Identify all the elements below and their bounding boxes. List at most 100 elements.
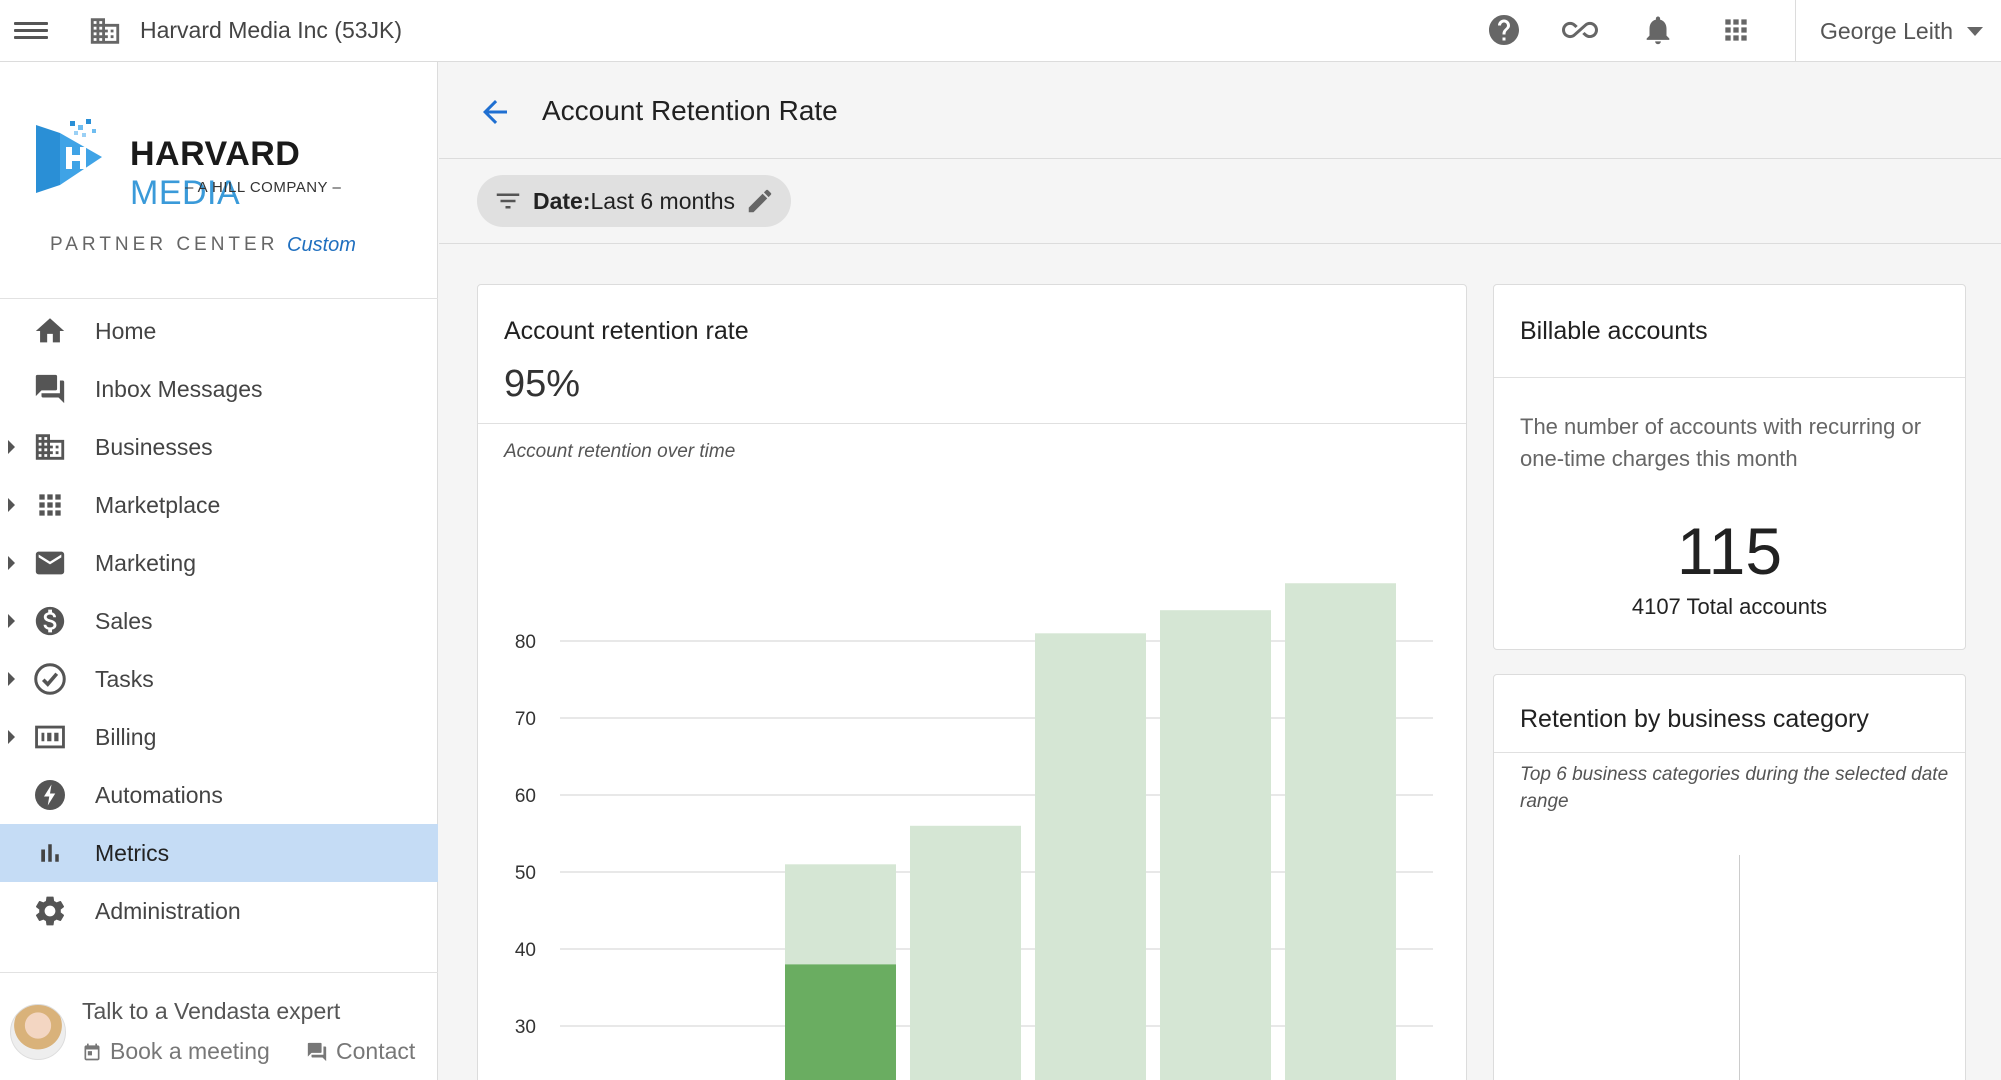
sidebar-divider xyxy=(0,298,438,299)
sidebar-nav: Home Inbox Messages Businesses Marketpla… xyxy=(0,302,438,940)
main-content: Account Retention Rate Date: Last 6 month… xyxy=(439,62,2001,1080)
category-title: Retention by business category xyxy=(1520,705,1869,733)
sidebar-item-administration[interactable]: Administration xyxy=(0,882,438,940)
back-arrow-icon[interactable] xyxy=(477,94,513,130)
sidebar-item-automations[interactable]: Automations xyxy=(0,766,438,824)
top-bar: Harvard Media Inc (53JK) George Leith xyxy=(0,0,2001,62)
sidebar-item-label: Inbox Messages xyxy=(95,375,263,402)
card-divider xyxy=(1494,377,1965,378)
calendar-icon xyxy=(84,1043,100,1060)
harvard-media-logo-icon xyxy=(36,119,102,193)
sidebar-divider xyxy=(0,972,438,973)
page-header: Account Retention Rate xyxy=(439,62,2001,159)
chat-icon xyxy=(30,369,70,409)
custom-label[interactable]: Custom xyxy=(287,234,356,257)
sidebar-item-label: Businesses xyxy=(95,433,213,460)
sidebar-item-label: Tasks xyxy=(95,665,154,692)
page-title: Account Retention Rate xyxy=(542,95,838,126)
expand-arrow-icon[interactable] xyxy=(8,614,15,628)
sidebar-item-home[interactable]: Home xyxy=(0,302,438,360)
chat-icon xyxy=(307,1042,327,1061)
y-tick-label: 60 xyxy=(515,786,536,807)
category-subtitle: Top 6 business categories during the sel… xyxy=(1520,764,1949,812)
y-tick-label: 40 xyxy=(515,940,536,961)
sidebar-item-marketing[interactable]: Marketing xyxy=(0,534,438,592)
filter-value: Last 6 months xyxy=(590,187,735,214)
expand-arrow-icon[interactable] xyxy=(8,556,15,570)
sidebar-item-label: Marketing xyxy=(95,549,196,576)
brand-name: HARVARD MEDIA xyxy=(130,135,301,212)
expand-arrow-icon[interactable] xyxy=(8,498,15,512)
book-meeting-link[interactable]: Book a meeting xyxy=(82,1038,270,1065)
filter-key: Date: xyxy=(533,187,591,214)
category-chart-axis xyxy=(1739,855,1740,1080)
chevron-down-icon xyxy=(1966,26,1983,36)
bar[interactable] xyxy=(910,825,1021,1080)
sidebar-item-inbox-messages[interactable]: Inbox Messages xyxy=(0,360,438,418)
sidebar-item-sales[interactable]: Sales xyxy=(0,592,438,650)
apps-grid-icon[interactable] xyxy=(1716,10,1756,50)
date-filter-chip[interactable]: Date: Last 6 months xyxy=(477,175,791,227)
home-icon xyxy=(30,311,70,351)
building-icon xyxy=(30,427,70,467)
menu-icon[interactable] xyxy=(14,18,48,44)
bolt-icon xyxy=(30,775,70,815)
topbar-divider xyxy=(1795,0,1796,62)
expand-arrow-icon[interactable] xyxy=(8,672,15,686)
bar[interactable] xyxy=(1035,633,1146,1080)
y-tick-label: 50 xyxy=(515,863,536,884)
sidebar-item-businesses[interactable]: Businesses xyxy=(0,418,438,476)
contact-label: Contact xyxy=(336,1038,416,1064)
expert-title: Talk to a Vendasta expert xyxy=(82,998,341,1024)
y-tick-label: 30 xyxy=(515,1017,536,1038)
sidebar-item-tasks[interactable]: Tasks xyxy=(0,650,438,708)
sidebar-item-label: Automations xyxy=(95,781,223,808)
avatar xyxy=(10,1004,66,1060)
billable-title: Billable accounts xyxy=(1520,317,1708,345)
user-name: George Leith xyxy=(1820,17,1953,44)
sidebar-item-label: Billing xyxy=(95,723,157,750)
expand-arrow-icon[interactable] xyxy=(8,440,15,454)
sidebar-item-label: Marketplace xyxy=(95,491,221,518)
sidebar-item-billing[interactable]: Billing xyxy=(0,708,438,766)
y-tick-label: 70 xyxy=(515,709,536,730)
bar[interactable] xyxy=(1285,583,1396,1080)
sidebar-item-label: Metrics xyxy=(95,839,170,866)
grid-icon xyxy=(30,485,70,525)
total-accounts: 4107 Total accounts xyxy=(1631,594,1828,619)
bar-chart-icon xyxy=(30,833,70,873)
contact-link[interactable]: Contact xyxy=(306,1038,415,1065)
help-icon[interactable] xyxy=(1484,10,1524,50)
sidebar-item-metrics[interactable]: Metrics xyxy=(0,824,438,882)
bar[interactable] xyxy=(1160,610,1271,1080)
sidebar: HARVARD MEDIA – A HILL COMPANY – PARTNER… xyxy=(0,62,438,1080)
retention-bar-chart: 30 40 50 60 70 80 xyxy=(515,583,1433,1080)
category-card: Retention by business category Top 6 bus… xyxy=(1493,674,1966,1080)
infinity-icon[interactable] xyxy=(1560,10,1600,50)
sidebar-item-marketplace[interactable]: Marketplace xyxy=(0,476,438,534)
sidebar-item-label: Sales xyxy=(95,607,153,634)
bell-icon[interactable] xyxy=(1638,10,1678,50)
billable-description: The number of accounts with recurring or… xyxy=(1520,414,1922,471)
mail-icon xyxy=(30,543,70,583)
partner-center-label: PARTNER CENTER xyxy=(50,234,279,255)
gear-icon xyxy=(30,891,70,931)
check-circle-icon xyxy=(30,659,70,699)
sidebar-item-label: Administration xyxy=(95,897,241,924)
user-menu[interactable]: George Leith xyxy=(1820,0,1983,62)
building-icon xyxy=(90,18,120,44)
card-divider xyxy=(1494,752,1965,753)
dollar-icon xyxy=(30,601,70,641)
expand-arrow-icon[interactable] xyxy=(8,730,15,744)
bar-highlight[interactable] xyxy=(785,964,896,1080)
brand-logo[interactable]: HARVARD MEDIA – A HILL COMPANY – xyxy=(30,107,410,212)
y-tick-label: 80 xyxy=(515,632,536,653)
retention-card: Account retention rate 95% Account reten… xyxy=(477,284,1467,1080)
edit-pencil-icon[interactable] xyxy=(745,186,775,216)
billable-count: 115 xyxy=(1676,514,1783,588)
brand-tagline: – A HILL COMPANY – xyxy=(185,179,342,196)
filter-icon xyxy=(496,193,520,209)
org-name[interactable]: Harvard Media Inc (53JK) xyxy=(140,17,402,44)
expert-panel: Talk to a Vendasta expert Book a meeting… xyxy=(0,974,438,1080)
sidebar-item-label: Home xyxy=(95,317,157,344)
